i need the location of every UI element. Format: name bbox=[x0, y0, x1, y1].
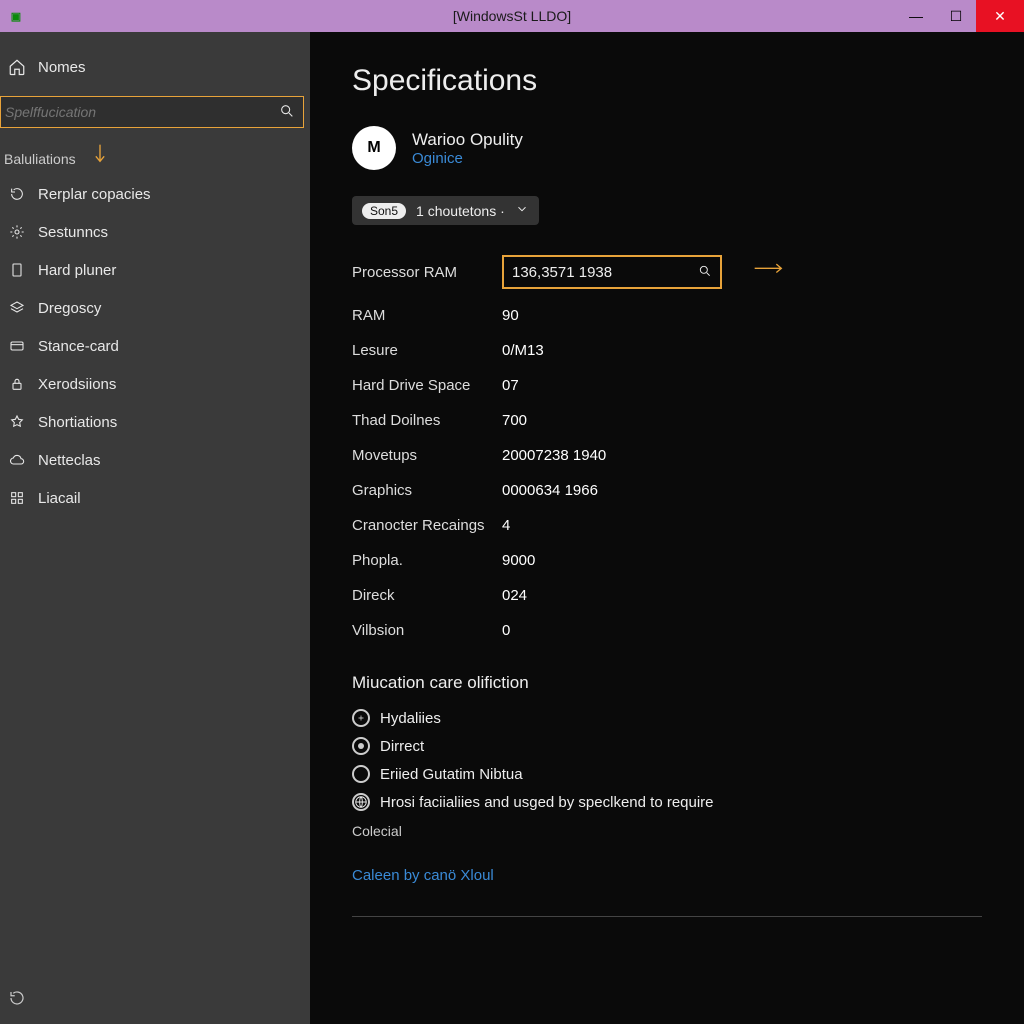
refresh-icon bbox=[8, 185, 26, 203]
radio-hydaliies[interactable]: Hydaliies bbox=[352, 709, 982, 727]
gear-icon bbox=[8, 223, 26, 241]
star-icon bbox=[8, 413, 26, 431]
spec-field-processor[interactable]: 136,3571 1938 bbox=[502, 255, 722, 289]
sidebar: Nomes Baluliations Rerplar copacies bbox=[0, 32, 310, 1024]
profile-link[interactable]: Oginice bbox=[412, 150, 523, 167]
spec-value: 024 bbox=[502, 587, 742, 604]
radio-icon bbox=[352, 737, 370, 755]
sidebar-item-stance-card[interactable]: Stance-card bbox=[0, 327, 310, 365]
sidebar-sublabel: Baluliations bbox=[0, 145, 80, 169]
spec-label: Thad Doilnes bbox=[352, 412, 502, 429]
home-icon bbox=[8, 58, 26, 76]
sidebar-item-liacail[interactable]: Liacail bbox=[0, 479, 310, 517]
spec-label: Lesure bbox=[352, 342, 502, 359]
lock-icon bbox=[8, 375, 26, 393]
sort-pill: Son5 bbox=[362, 203, 406, 219]
spec-value: 0/M13 bbox=[502, 342, 742, 359]
spec-value: 20007238 1940 bbox=[502, 447, 742, 464]
device-icon bbox=[8, 261, 26, 279]
bottom-link[interactable]: Caleen by canö Xloul bbox=[352, 867, 982, 884]
sidebar-home[interactable]: Nomes bbox=[0, 48, 310, 86]
spec-label: Direck bbox=[352, 587, 502, 604]
profile-row: M Warioo Opulity Oginice bbox=[352, 126, 982, 170]
section-subheading: Miucation care olifiction bbox=[352, 673, 982, 693]
radio-eriied[interactable]: Eriied Gutatim Nibtua bbox=[352, 765, 982, 783]
spec-field-value: 136,3571 1938 bbox=[512, 264, 612, 281]
sidebar-item-label: Stance-card bbox=[38, 338, 119, 355]
sidebar-item-netteclas[interactable]: Netteclas bbox=[0, 441, 310, 479]
radio-list: Hydaliies Dirrect Eriied Gutatim Nibtua … bbox=[352, 709, 982, 839]
radio-label: Hydaliies bbox=[380, 710, 441, 727]
radio-label: Hrosi faciialiies and usged by speclkend… bbox=[380, 794, 714, 811]
radio-dirrect[interactable]: Dirrect bbox=[352, 737, 982, 755]
specs-grid: Processor RAM 136,3571 1938 RAM 90 Lesur… bbox=[352, 255, 982, 639]
sidebar-search[interactable] bbox=[0, 96, 304, 128]
spec-value: 0 bbox=[502, 622, 742, 639]
card-icon bbox=[8, 337, 26, 355]
spec-value: 4 bbox=[502, 517, 742, 534]
chevron-down-icon bbox=[515, 202, 529, 219]
cloud-icon bbox=[8, 451, 26, 469]
spec-label: Processor RAM bbox=[352, 264, 502, 281]
sort-label: 1 choutetons · bbox=[416, 203, 505, 219]
sidebar-item-label: Xerodsiions bbox=[38, 376, 116, 393]
spec-value: 9000 bbox=[502, 552, 742, 569]
search-icon bbox=[279, 103, 295, 122]
spec-label: Movetups bbox=[352, 447, 502, 464]
sidebar-item-sestunas[interactable]: Sestunncs bbox=[0, 213, 310, 251]
search-icon bbox=[698, 264, 712, 281]
window-controls: — ☐ ✕ bbox=[896, 0, 1024, 32]
radio-icon bbox=[352, 765, 370, 783]
spec-label: Graphics bbox=[352, 482, 502, 499]
sidebar-item-label: Hard pluner bbox=[38, 262, 116, 279]
sidebar-item-dregoscy[interactable]: Dregoscy bbox=[0, 289, 310, 327]
spec-value: 90 bbox=[502, 307, 742, 324]
page-heading: Specifications bbox=[352, 64, 982, 98]
sidebar-item-hard-pluner[interactable]: Hard pluner bbox=[0, 251, 310, 289]
search-input[interactable] bbox=[5, 104, 279, 120]
layers-icon bbox=[8, 299, 26, 317]
radio-trail: Colecial bbox=[352, 823, 982, 839]
radio-hrosi[interactable]: Hrosi faciialiies and usged by speclkend… bbox=[352, 793, 982, 811]
maximize-button[interactable]: ☐ bbox=[936, 0, 976, 32]
sidebar-item-label: Shortiations bbox=[38, 414, 117, 431]
window-title: [WindowsSt LLDO] bbox=[0, 8, 1024, 24]
radio-label: Dirrect bbox=[380, 738, 424, 755]
spec-label: Phopla. bbox=[352, 552, 502, 569]
globe-icon bbox=[352, 793, 370, 811]
spec-value: 07 bbox=[502, 377, 742, 394]
sidebar-item-label: Netteclas bbox=[38, 452, 101, 469]
titlebar: ▣ [WindowsSt LLDO] — ☐ ✕ bbox=[0, 0, 1024, 32]
close-button[interactable]: ✕ bbox=[976, 0, 1024, 32]
profile-name: Warioo Opulity bbox=[412, 130, 523, 150]
sort-dropdown[interactable]: Son5 1 choutetons · bbox=[352, 196, 539, 225]
app-icon: ▣ bbox=[0, 0, 32, 32]
sidebar-item-rerplar[interactable]: Rerplar copacies bbox=[0, 175, 310, 213]
sidebar-item-xerodsiions[interactable]: Xerodsiions bbox=[0, 365, 310, 403]
minimize-button[interactable]: — bbox=[896, 0, 936, 32]
avatar[interactable]: M bbox=[352, 126, 396, 170]
sidebar-home-label: Nomes bbox=[38, 59, 86, 76]
spec-label: Hard Drive Space bbox=[352, 377, 502, 394]
sidebar-item-label: Rerplar copacies bbox=[38, 186, 151, 203]
divider bbox=[352, 916, 982, 917]
sidebar-item-label: Sestunncs bbox=[38, 224, 108, 241]
spec-label: RAM bbox=[352, 307, 502, 324]
spec-value: 0000634 1966 bbox=[502, 482, 742, 499]
main-panel: Specifications M Warioo Opulity Oginice … bbox=[310, 32, 1024, 1024]
sidebar-item-shortiations[interactable]: Shortiations bbox=[0, 403, 310, 441]
arrow-down-icon bbox=[90, 138, 110, 173]
sidebar-bottom-icon[interactable] bbox=[0, 977, 310, 1024]
spec-label: Cranocter Recaings bbox=[352, 517, 502, 534]
sidebar-item-label: Liacail bbox=[38, 490, 81, 507]
radio-label: Eriied Gutatim Nibtua bbox=[380, 766, 523, 783]
arrow-right-icon bbox=[742, 260, 802, 284]
spec-label: Vilbsion bbox=[352, 622, 502, 639]
sidebar-item-label: Dregoscy bbox=[38, 300, 101, 317]
spec-value: 700 bbox=[502, 412, 742, 429]
radio-icon bbox=[352, 709, 370, 727]
grid-icon bbox=[8, 489, 26, 507]
